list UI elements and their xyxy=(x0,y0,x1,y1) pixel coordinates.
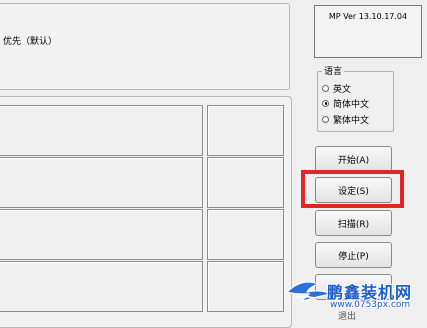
radio-traditional-chinese-indicator[interactable] xyxy=(322,115,329,123)
device-slot-3[interactable] xyxy=(0,209,203,260)
bird-logo-icon xyxy=(285,281,333,303)
device-slot-4[interactable] xyxy=(0,261,203,312)
device-status-2 xyxy=(207,157,284,208)
device-slot-1[interactable] xyxy=(0,105,203,156)
radio-english-indicator[interactable] xyxy=(322,84,329,92)
language-group-title: 语言 xyxy=(322,64,345,77)
version-label: MP Ver 13.10.17.04 xyxy=(328,12,408,21)
device-status-3 xyxy=(207,209,284,260)
radio-simplified-chinese-indicator[interactable] xyxy=(322,99,329,107)
device-status-4 xyxy=(207,261,284,312)
exit-button-label: 退出 xyxy=(338,312,357,322)
radio-simplified-chinese[interactable]: 简体中文 xyxy=(322,97,370,110)
radio-traditional-chinese[interactable]: 繁体中文 xyxy=(322,113,370,126)
radio-english[interactable]: 英文 xyxy=(322,82,352,95)
device-slot-2[interactable] xyxy=(0,157,203,208)
stop-button[interactable]: 停止(P) xyxy=(315,242,392,268)
scan-button[interactable]: 扫描(R) xyxy=(315,210,392,236)
info-text: 优先（默认） xyxy=(3,37,58,47)
device-status-1 xyxy=(207,105,284,156)
radio-traditional-chinese-label: 繁体中文 xyxy=(333,115,370,126)
radio-english-label: 英文 xyxy=(333,84,352,95)
start-button[interactable]: 开始(A) xyxy=(315,146,392,172)
radio-simplified-chinese-label: 简体中文 xyxy=(333,99,370,110)
settings-highlight-box xyxy=(301,170,404,208)
version-box: MP Ver 13.10.17.04 xyxy=(314,5,422,58)
